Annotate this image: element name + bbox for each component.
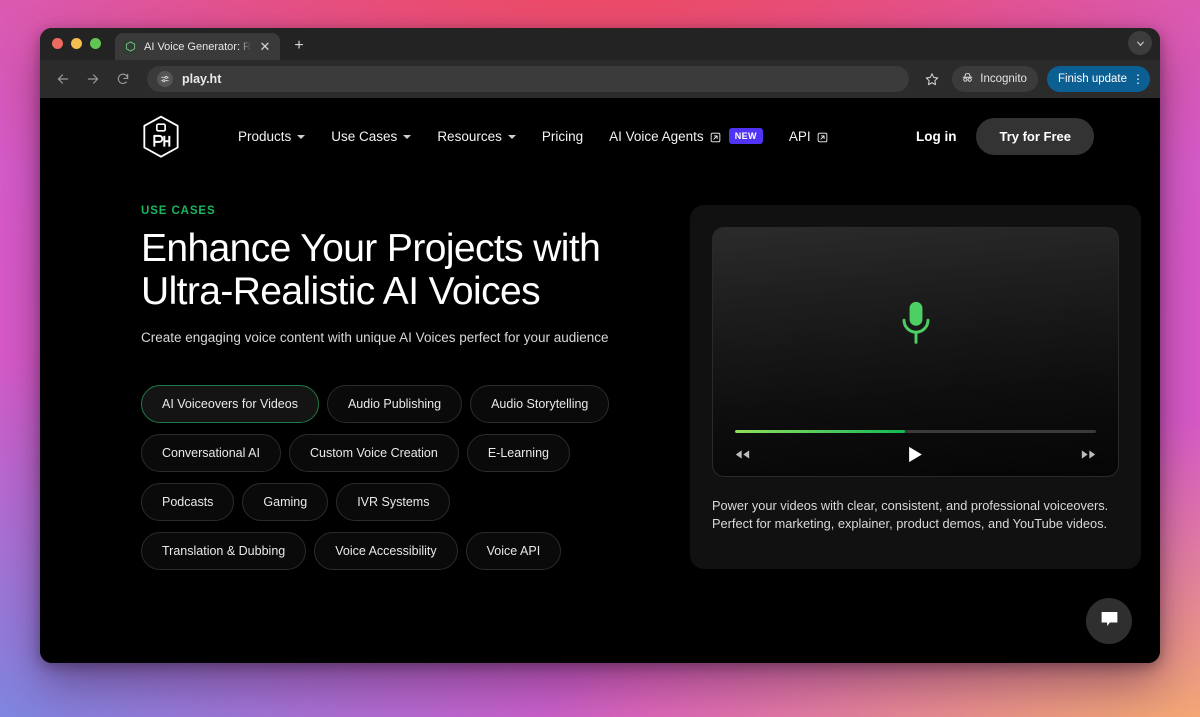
new-tab-button[interactable]: + xyxy=(290,38,308,54)
pill-conversational-ai[interactable]: Conversational AI xyxy=(141,433,281,472)
star-icon[interactable] xyxy=(919,66,945,92)
browser-window: AI Voice Generator: Realistic T ✕ + xyxy=(40,28,1160,663)
chevron-down-icon xyxy=(403,135,412,139)
back-arrow-icon[interactable] xyxy=(50,66,76,92)
browser-toolbar: play.ht Incognito Finish update ⋮ xyxy=(40,60,1160,98)
site-navigation: Products Use Cases Resources Pricing AI … xyxy=(40,98,1160,174)
nav-item-use-cases[interactable]: Use Cases xyxy=(318,123,424,150)
nav-label: AI Voice Agents xyxy=(609,128,704,144)
incognito-icon xyxy=(961,71,974,87)
title-line-2: Ultra-Realistic AI Voices xyxy=(141,269,541,313)
pill-audio-storytelling[interactable]: Audio Storytelling xyxy=(470,384,610,423)
pill-voice-api[interactable]: Voice API xyxy=(465,531,562,570)
tune-icon[interactable] xyxy=(157,71,173,87)
pill-translation-and-dubbing[interactable]: Translation & Dubbing xyxy=(141,531,307,570)
progress-fill xyxy=(735,430,905,433)
play-icon[interactable] xyxy=(908,446,923,463)
nav-label: Products xyxy=(238,128,292,144)
chevron-down-icon[interactable] xyxy=(1128,31,1152,55)
pill-voice-accessibility[interactable]: Voice Accessibility xyxy=(314,531,458,570)
playht-logo[interactable] xyxy=(141,115,181,158)
nav-label: Use Cases xyxy=(331,128,398,144)
title-line-1: Enhance Your Projects with xyxy=(141,227,601,270)
chat-bubble-icon xyxy=(1099,608,1120,634)
try-for-free-button[interactable]: Try for Free xyxy=(976,117,1094,155)
fast-forward-icon[interactable] xyxy=(1081,449,1096,460)
tab-title: AI Voice Generator: Realistic T xyxy=(144,40,251,53)
url-text: play.ht xyxy=(182,72,222,86)
nav-label: API xyxy=(788,128,811,144)
eyebrow-label: USE CASES xyxy=(141,205,216,217)
player-controls xyxy=(735,430,1096,463)
nav-item-api[interactable]: API xyxy=(776,123,841,150)
nav-actions: Log in Try for Free xyxy=(906,117,1094,155)
nav-links: Products Use Cases Resources Pricing AI … xyxy=(225,122,841,150)
close-window-button[interactable] xyxy=(52,37,63,49)
nav-item-resources[interactable]: Resources xyxy=(424,123,529,150)
finish-update-button[interactable]: Finish update ⋮ xyxy=(1046,66,1150,92)
progress-bar[interactable] xyxy=(735,430,1096,433)
pill-custom-voice-creation[interactable]: Custom Voice Creation xyxy=(288,433,459,472)
nav-label: Pricing xyxy=(541,128,584,144)
incognito-label: Incognito xyxy=(980,73,1027,85)
player-caption: Power your videos with clear, consistent… xyxy=(712,498,1109,532)
pill-ivr-systems[interactable]: IVR Systems xyxy=(336,482,451,521)
playht-favicon-icon xyxy=(123,39,137,54)
chat-widget-button[interactable] xyxy=(1086,598,1132,644)
player-screen xyxy=(712,227,1119,477)
forward-arrow-icon[interactable] xyxy=(80,66,106,92)
pill-ai-voiceovers-for-videos[interactable]: AI Voiceovers for Videos xyxy=(141,384,319,423)
reload-icon[interactable] xyxy=(110,66,136,92)
window-traffic-lights xyxy=(52,28,115,60)
external-link-icon xyxy=(710,131,721,142)
page-title: Enhance Your Projects with Ultra-Realist… xyxy=(141,227,646,314)
control-row xyxy=(735,446,1096,463)
nav-item-ai-voice-agents[interactable]: AI Voice Agents NEW xyxy=(596,122,776,150)
kebab-menu-icon[interactable]: ⋮ xyxy=(1132,73,1144,85)
use-case-filter-pills: AI Voiceovers for Videos Audio Publishin… xyxy=(141,384,621,570)
new-badge: NEW xyxy=(728,128,763,144)
login-link[interactable]: Log in xyxy=(906,121,967,152)
pill-e-learning[interactable]: E-Learning xyxy=(466,433,570,472)
rewind-icon[interactable] xyxy=(735,449,750,460)
minimize-window-button[interactable] xyxy=(71,37,82,49)
chevron-down-icon xyxy=(507,135,516,139)
page-content: Products Use Cases Resources Pricing AI … xyxy=(40,98,1160,663)
hero-right-column: Power your videos with clear, consistent… xyxy=(690,205,1141,570)
microphone-icon xyxy=(713,300,1118,346)
maximize-window-button[interactable] xyxy=(90,37,101,49)
hero-subtitle: Create engaging voice content with uniqu… xyxy=(141,329,609,345)
incognito-indicator[interactable]: Incognito xyxy=(952,66,1038,92)
hero-section: USE CASES Enhance Your Projects with Ult… xyxy=(40,174,1160,570)
hero-left-column: USE CASES Enhance Your Projects with Ult… xyxy=(141,205,646,570)
nav-label: Resources xyxy=(437,128,502,144)
address-bar[interactable]: play.ht xyxy=(147,66,910,92)
pill-audio-publishing[interactable]: Audio Publishing xyxy=(326,384,463,423)
external-link-icon xyxy=(817,131,828,142)
chevron-down-icon xyxy=(297,135,306,139)
media-player-card: Power your videos with clear, consistent… xyxy=(690,205,1141,569)
close-tab-icon[interactable]: ✕ xyxy=(258,40,272,53)
nav-item-products[interactable]: Products xyxy=(225,123,318,150)
pill-gaming[interactable]: Gaming xyxy=(242,482,329,521)
update-label: Finish update xyxy=(1057,73,1127,85)
browser-tab[interactable]: AI Voice Generator: Realistic T ✕ xyxy=(115,33,280,60)
pill-podcasts[interactable]: Podcasts xyxy=(141,482,235,521)
tab-strip: AI Voice Generator: Realistic T ✕ + xyxy=(40,28,1160,60)
nav-item-pricing[interactable]: Pricing xyxy=(529,123,596,150)
